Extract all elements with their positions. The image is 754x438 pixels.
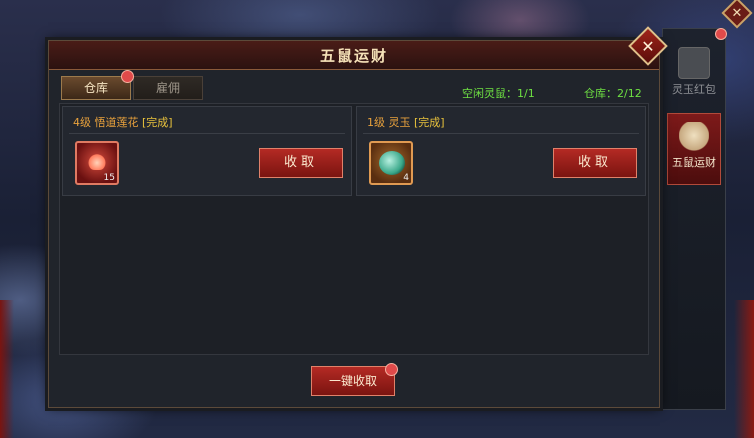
collect-all-button[interactable]: 一键收取: [311, 366, 395, 396]
divider: [69, 133, 345, 134]
collect-all-badge: [385, 363, 398, 376]
rat-icon: [679, 122, 709, 152]
side-tab-bar: 灵玉红包 五鼠运财: [662, 28, 726, 410]
item-status: [完成]: [142, 116, 173, 129]
notification-badge: [715, 28, 727, 40]
item-level-label: 1级 灵玉: [367, 116, 411, 129]
item-name: 4级 悟道莲花 [完成]: [73, 114, 173, 130]
tab-hire[interactable]: 雇佣: [133, 76, 203, 100]
item-slot[interactable]: 4: [369, 141, 413, 185]
lotus-icon: [87, 152, 107, 170]
side-tab-five-rats[interactable]: 五鼠运财: [667, 113, 721, 185]
close-icon: ✕: [641, 36, 655, 56]
item-status: [完成]: [414, 116, 445, 129]
item-level-label: 4级 悟道莲花: [73, 116, 139, 129]
idle-rats-count: 空闲灵鼠：1/1: [462, 87, 535, 100]
side-tab-red-envelope[interactable]: 灵玉红包: [667, 39, 721, 111]
divider: [363, 133, 639, 134]
storage-count: 仓库：2/12: [584, 87, 642, 100]
side-tab-label: 灵玉红包: [672, 83, 716, 96]
storage-grid: 4级 悟道莲花 [完成] 15 收取 1级 灵玉 [完成] 4 收取: [59, 103, 649, 355]
item-count: 4: [403, 173, 409, 183]
storage-card: 1级 灵玉 [完成] 4 收取: [356, 106, 646, 196]
background-decoration-left: [0, 300, 14, 438]
jade-icon: [379, 151, 405, 175]
close-icon: ✕: [731, 5, 743, 21]
red-envelope-icon: [678, 47, 710, 79]
collect-button[interactable]: 收取: [553, 148, 637, 178]
five-rats-panel: 五鼠运财 仓库 雇佣 空闲灵鼠：1/1 仓库：2/12 4级 悟道莲花 [完成]…: [48, 40, 660, 408]
item-slot[interactable]: 15: [75, 141, 119, 185]
storage-card: 4级 悟道莲花 [完成] 15 收取: [62, 106, 352, 196]
item-count: 15: [103, 173, 115, 183]
side-tab-label: 五鼠运财: [672, 156, 716, 169]
background-decoration-right: [734, 300, 754, 438]
title-bar: 五鼠运财: [49, 41, 659, 70]
tab-badge: [121, 70, 134, 83]
collect-button[interactable]: 收取: [259, 148, 343, 178]
panel-title: 五鼠运财: [319, 47, 388, 65]
tab-storage[interactable]: 仓库: [61, 76, 131, 100]
item-name: 1级 灵玉 [完成]: [367, 114, 445, 130]
